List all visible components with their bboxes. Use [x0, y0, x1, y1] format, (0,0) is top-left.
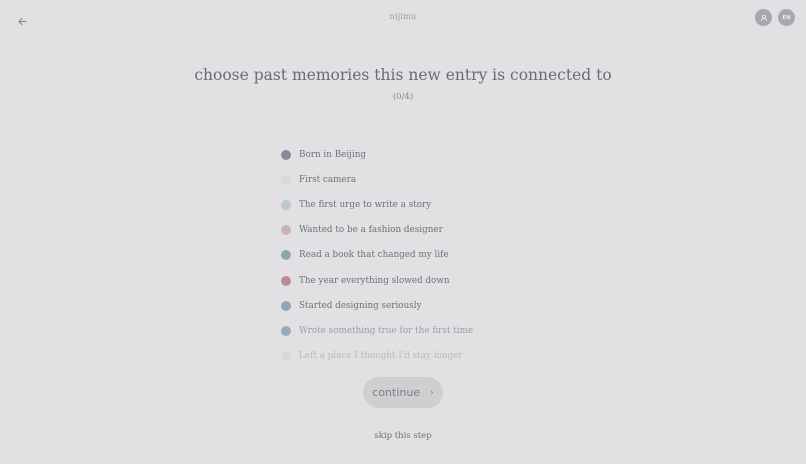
brand-logo: nijimu: [389, 12, 417, 21]
memory-option[interactable]: Wrote something true for the first time: [281, 318, 541, 343]
memory-color-dot: [281, 325, 291, 336]
memory-label: Started designing seriously: [299, 300, 422, 311]
memory-option[interactable]: Left a place I thought I'd stay longer: [281, 344, 541, 369]
memory-option[interactable]: Read a book that changed my life: [281, 243, 541, 268]
chevron-right-icon: ›: [430, 387, 434, 398]
memory-label: Wanted to be a fashion designer: [299, 225, 443, 236]
memory-option[interactable]: First camera: [281, 167, 541, 192]
continue-button[interactable]: continue ›: [363, 377, 443, 408]
continue-label: continue: [372, 386, 421, 399]
memory-option[interactable]: Born in Beijing: [281, 142, 541, 167]
memory-label: Wrote something true for the first time: [299, 325, 474, 336]
memory-color-dot: [281, 275, 291, 286]
memory-color-dot: [281, 199, 291, 210]
memory-option[interactable]: The year everything slowed down: [281, 268, 541, 293]
memory-color-dot: [281, 300, 291, 311]
memory-color-dot: [281, 351, 291, 362]
memory-option[interactable]: Started designing seriously: [281, 293, 541, 318]
language-button[interactable]: EN: [778, 9, 795, 26]
language-label: EN: [782, 14, 791, 21]
memory-list: Born in Beijing First camera The first urg…: [281, 142, 541, 369]
memory-label: Read a book that changed my life: [299, 250, 449, 261]
memory-color-dot: [281, 225, 291, 236]
profile-button[interactable]: [755, 9, 772, 26]
skip-step-link[interactable]: skip this step: [0, 431, 806, 441]
memory-link-page: nijimu EN choose past memories this new …: [0, 0, 806, 464]
memory-option[interactable]: The first urge to write a story: [281, 192, 541, 217]
memory-color-dot: [281, 149, 291, 160]
person-icon: [760, 14, 767, 21]
page-title: choose past memories this new entry is c…: [194, 66, 612, 84]
memory-label: Born in Beijing: [299, 149, 367, 160]
selection-counter: (0/4): [392, 92, 414, 102]
memory-color-dot: [281, 174, 291, 185]
memory-option[interactable]: Wanted to be a fashion designer: [281, 218, 541, 243]
memory-label: First camera: [299, 174, 357, 185]
memory-label: The year everything slowed down: [299, 275, 450, 286]
memory-label: Left a place I thought I'd stay longer: [299, 351, 463, 362]
memory-label: The first urge to write a story: [299, 199, 432, 210]
memory-color-dot: [281, 250, 291, 261]
header-actions: EN: [755, 9, 795, 26]
